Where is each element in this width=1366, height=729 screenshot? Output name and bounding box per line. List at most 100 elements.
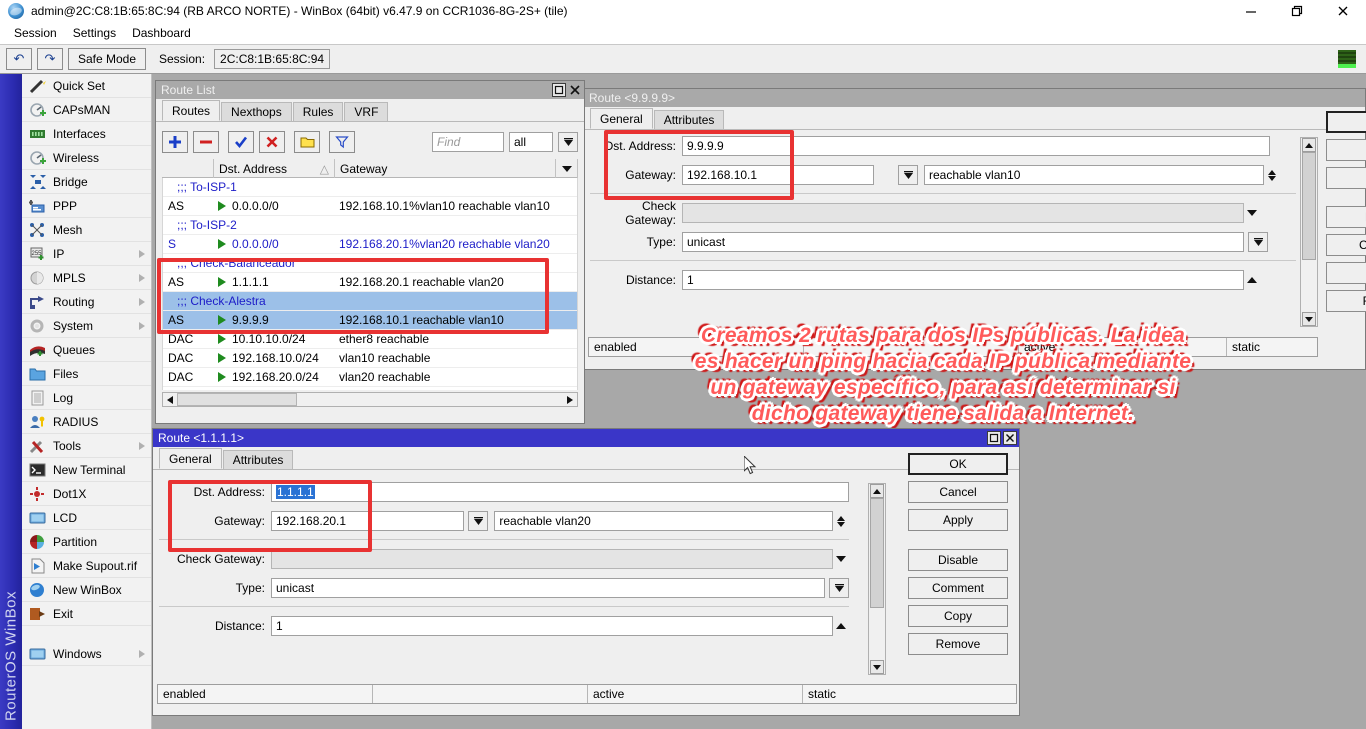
sidebar-item-wireless[interactable]: Wireless (22, 146, 151, 170)
sidebar-item-files[interactable]: Files (22, 362, 151, 386)
route-list-close-icon[interactable] (568, 83, 582, 97)
route-9999-ok-button[interactable]: OK (1326, 111, 1366, 133)
route-1111-cancel-button[interactable]: Cancel (908, 481, 1008, 503)
menu-dashboard[interactable]: Dashboard (124, 24, 199, 42)
route-1111-scroll-down[interactable] (870, 660, 884, 674)
route-find-input[interactable]: Find (432, 132, 504, 152)
table-row[interactable]: ;;; Check-Balanceador (163, 254, 577, 273)
route-9999-comment-button[interactable]: Comment (1326, 234, 1366, 256)
sidebar-item-bridge[interactable]: Bridge (22, 170, 151, 194)
route-1111-maximize-icon[interactable] (987, 431, 1001, 445)
route-list-hthumb[interactable] (177, 393, 297, 406)
route-9999-dst-input[interactable]: 9.9.9.9 (682, 136, 1270, 156)
sidebar-item-partition[interactable]: Partition (22, 530, 151, 554)
route-list-scroll-left[interactable] (163, 393, 177, 406)
session-value[interactable]: 2C:C8:1B:65:8C:94 (214, 49, 330, 69)
maximize-restore-icon[interactable] (1274, 0, 1320, 22)
route-1111-distance-spinner[interactable] (833, 616, 849, 636)
route-list-maximize-icon[interactable] (552, 83, 566, 97)
table-row[interactable]: ;;; Check-Alestra (163, 292, 577, 311)
table-row[interactable]: DAC10.10.10.0/24ether8 reachable (163, 330, 577, 349)
route-9999-gateway-dropdown[interactable] (898, 165, 918, 185)
col-chooser-icon[interactable] (556, 159, 578, 178)
route-9999-type-dropdown[interactable] (1248, 232, 1268, 252)
route-9999-gateway-input[interactable]: 192.168.10.1 (682, 165, 874, 185)
route-9999-scrollbar[interactable] (1300, 137, 1318, 327)
route-1111-ok-button[interactable]: OK (908, 453, 1008, 475)
route-filter-button[interactable] (329, 131, 355, 153)
route-1111-type-dropdown[interactable] (829, 578, 849, 598)
route-list-tab-routes[interactable]: Routes (162, 100, 220, 121)
sidebar-item-new-terminal[interactable]: New Terminal (22, 458, 151, 482)
route-scope-dropdown[interactable] (558, 132, 578, 152)
route-9999-scroll-up[interactable] (1302, 138, 1316, 152)
route-1111-titlebar[interactable]: Route <1.1.1.1> (153, 429, 1019, 447)
menu-settings[interactable]: Settings (65, 24, 124, 42)
sidebar-item-ppp[interactable]: PPP (22, 194, 151, 218)
sidebar-item-quick-set[interactable]: Quick Set (22, 74, 151, 98)
route-enable-button[interactable] (228, 131, 254, 153)
route-9999-distance-spinner[interactable] (1244, 270, 1260, 290)
route-1111-gateway-spinner[interactable] (833, 511, 849, 531)
route-9999-scroll-down[interactable] (1302, 312, 1316, 326)
sidebar-item-new-winbox[interactable]: New WinBox (22, 578, 151, 602)
route-1111-check-gateway-dropdown[interactable] (833, 549, 849, 569)
col-dst-address[interactable]: Dst. Address △ (214, 159, 335, 178)
table-row[interactable]: DAC192.168.20.0/24vlan20 reachable (163, 368, 577, 387)
route-add-button[interactable] (162, 131, 188, 153)
route-1111-remove-button[interactable]: Remove (908, 633, 1008, 655)
sidebar-item-capsman[interactable]: CAPsMAN (22, 98, 151, 122)
redo-button[interactable]: ↷ (37, 48, 63, 70)
col-gateway[interactable]: Gateway (335, 159, 556, 178)
sidebar-item-queues[interactable]: Queues (22, 338, 151, 362)
route-1111-comment-button[interactable]: Comment (908, 577, 1008, 599)
sidebar-item-interfaces[interactable]: Interfaces (22, 122, 151, 146)
undo-button[interactable]: ↶ (6, 48, 32, 70)
route-1111-distance-input[interactable]: 1 (271, 616, 833, 636)
sidebar-item-mpls[interactable]: MPLS (22, 266, 151, 290)
route-comment-button[interactable] (294, 131, 320, 153)
route-1111-tab-general[interactable]: General (159, 448, 222, 469)
route-9999-type-input[interactable]: unicast (682, 232, 1244, 252)
table-row[interactable]: DAC192.168.10.0/24vlan10 reachable (163, 349, 577, 368)
sidebar-item-tools[interactable]: Tools (22, 434, 151, 458)
route-list-tab-nexthops[interactable]: Nexthops (221, 102, 292, 121)
sidebar-item-mesh[interactable]: Mesh (22, 218, 151, 242)
route-9999-scroll-thumb[interactable] (1302, 152, 1316, 260)
route-9999-copy-button[interactable]: Copy (1326, 262, 1366, 284)
sidebar-item-system[interactable]: System (22, 314, 151, 338)
table-row[interactable]: S0.0.0.0/0192.168.20.1%vlan20 reachable … (163, 235, 577, 254)
table-row[interactable]: AS0.0.0.0/0192.168.10.1%vlan10 reachable… (163, 197, 577, 216)
route-1111-gateway-input[interactable]: 192.168.20.1 (271, 511, 464, 531)
sidebar-item-ip[interactable]: 255IP (22, 242, 151, 266)
route-remove-button[interactable] (193, 131, 219, 153)
route-1111-scroll-up[interactable] (870, 484, 884, 498)
route-1111-tab-attributes[interactable]: Attributes (223, 450, 294, 469)
table-row[interactable]: ;;; To-ISP-1 (163, 178, 577, 197)
route-9999-distance-input[interactable]: 1 (682, 270, 1244, 290)
route-9999-gateway-spinner[interactable] (1264, 165, 1280, 185)
close-button[interactable] (1320, 0, 1366, 22)
route-9999-tab-general[interactable]: General (590, 108, 653, 129)
minimize-button[interactable] (1228, 0, 1274, 22)
route-9999-apply-button[interactable]: Apply (1326, 167, 1366, 189)
route-9999-titlebar[interactable]: Route <9.9.9.9> (584, 89, 1365, 107)
sidebar-item-dot1x[interactable]: Dot1X (22, 482, 151, 506)
route-1111-close-icon[interactable] (1003, 431, 1017, 445)
sidebar-item-windows[interactable]: Windows (22, 642, 151, 666)
col-flags[interactable] (162, 159, 214, 178)
route-list-scroll-right[interactable] (563, 393, 577, 406)
route-9999-disable-button[interactable]: Disable (1326, 206, 1366, 228)
route-1111-apply-button[interactable]: Apply (908, 509, 1008, 531)
route-1111-scrollbar[interactable] (868, 483, 886, 675)
sidebar-item-lcd[interactable]: LCD (22, 506, 151, 530)
sidebar-item-routing[interactable]: Routing (22, 290, 151, 314)
sidebar-item-make-supout-rif[interactable]: Make Supout.rif (22, 554, 151, 578)
sidebar-item-radius[interactable]: RADIUS (22, 410, 151, 434)
route-9999-cancel-button[interactable]: Cancel (1326, 139, 1366, 161)
table-row[interactable]: AS1.1.1.1192.168.20.1 reachable vlan20 (163, 273, 577, 292)
safe-mode-button[interactable]: Safe Mode (68, 48, 146, 70)
route-9999-check-gateway-dropdown[interactable] (1244, 203, 1260, 223)
route-list-titlebar[interactable]: Route List (156, 81, 584, 99)
route-1111-gateway-dropdown[interactable] (468, 511, 488, 531)
